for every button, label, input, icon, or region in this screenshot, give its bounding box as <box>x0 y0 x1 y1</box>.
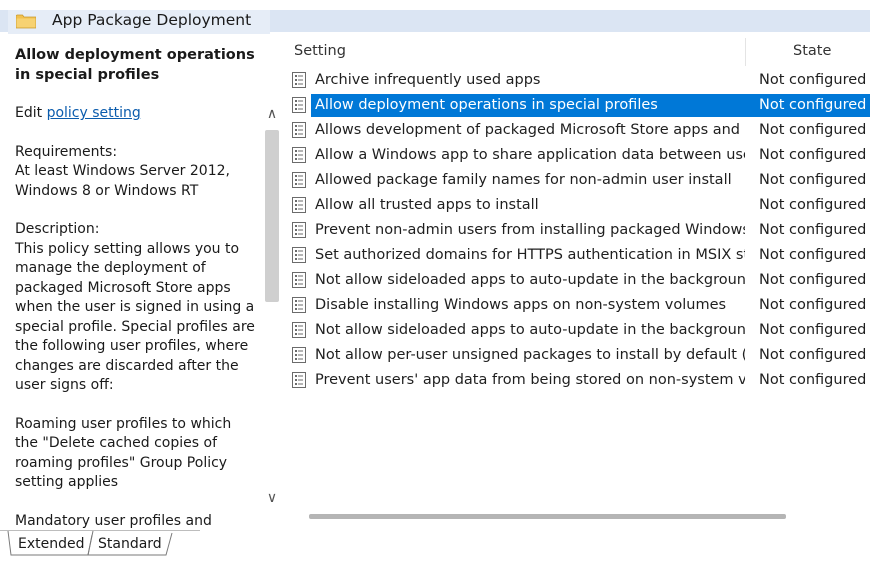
table-row[interactable]: Allows development of packaged Microsoft… <box>289 119 870 143</box>
policy-setting-icon <box>292 297 306 313</box>
column-header-state[interactable]: State <box>793 43 831 59</box>
table-row[interactable]: Not allow sideloaded apps to auto-update… <box>289 269 870 293</box>
table-row[interactable]: Prevent users' app data from being store… <box>289 369 870 393</box>
policy-setting-icon <box>292 172 306 188</box>
policy-setting-icon <box>292 72 306 88</box>
setting-name: Prevent users' app data from being store… <box>315 372 745 388</box>
cutoff-text: Mandatory user profiles and super- <box>15 512 212 529</box>
scroll-thumb[interactable] <box>265 130 279 302</box>
table-row[interactable]: Disable installing Windows apps on non-s… <box>289 294 870 318</box>
setting-state: Not configured <box>759 197 867 213</box>
horizontal-scrollbar[interactable] <box>309 514 786 519</box>
setting-state: Not configured <box>759 172 867 188</box>
policy-setting-icon <box>292 347 306 363</box>
table-row[interactable]: Set authorized domains for HTTPS authent… <box>289 244 870 268</box>
setting-name: Not allow sideloaded apps to auto-update… <box>315 322 745 338</box>
policy-setting-link[interactable]: policy setting <box>47 105 141 121</box>
setting-state: Not configured <box>759 147 867 163</box>
description-panel: Allow deployment operations in special p… <box>0 34 285 528</box>
edit-line: Edit policy setting <box>15 104 255 124</box>
settings-list: Setting State Archive infrequently used … <box>285 34 870 528</box>
policy-setting-icon <box>292 222 306 238</box>
setting-name: Allow a Windows app to share application… <box>315 147 745 163</box>
folder-icon <box>16 14 36 29</box>
description-text: This policy setting allows you to manage… <box>15 240 255 394</box>
policy-setting-icon <box>292 197 306 213</box>
edit-prefix: Edit <box>15 105 47 121</box>
table-row[interactable]: Archive infrequently used apps Not config… <box>289 69 870 93</box>
policy-setting-icon <box>292 247 306 263</box>
setting-state: Not configured <box>759 222 867 238</box>
policy-setting-icon <box>292 372 306 388</box>
setting-name: Prevent non-admin users from installing … <box>315 222 745 238</box>
table-row[interactable]: Allow all trusted apps to install Not con… <box>289 194 870 218</box>
description-label: Description: <box>15 221 100 237</box>
setting-state: Not configured <box>759 122 867 138</box>
policy-setting-icon <box>292 322 306 338</box>
setting-state: Not configured <box>759 297 867 313</box>
description-scrollbar[interactable]: ∧ ∨ <box>262 98 282 518</box>
table-row[interactable]: Allow a Windows app to share application… <box>289 144 870 168</box>
column-header-setting[interactable]: Setting <box>294 43 346 59</box>
policy-setting-icon <box>292 122 306 138</box>
setting-name: Allow all trusted apps to install <box>315 197 539 213</box>
setting-state: Not configured <box>759 247 867 263</box>
chevron-down-icon[interactable]: ∨ <box>262 490 282 506</box>
requirements-text: At least Windows Server 2012, Windows 8 … <box>15 163 230 199</box>
table-row[interactable]: Not allow sideloaded apps to auto-update… <box>289 319 870 343</box>
column-divider[interactable] <box>745 38 746 66</box>
window-title: App Package Deployment <box>52 11 252 29</box>
table-row[interactable]: Allow deployment operations in special p… <box>289 94 870 118</box>
tab-standard[interactable]: Standard <box>98 536 162 552</box>
setting-state: Not configured <box>759 347 867 363</box>
tab-extended[interactable]: Extended <box>18 536 85 552</box>
policy-heading: Allow deployment operations in special p… <box>15 47 255 83</box>
setting-name: Not allow per-user unsigned packages to … <box>315 347 745 363</box>
policy-setting-icon <box>292 272 306 288</box>
chevron-up-icon[interactable]: ∧ <box>262 106 282 122</box>
roaming-text: Roaming user profiles to which the "Dele… <box>15 415 232 491</box>
setting-state: Not configured <box>759 72 867 88</box>
setting-state: Not configured <box>759 272 867 288</box>
setting-name: Set authorized domains for HTTPS authent… <box>315 247 745 263</box>
setting-name: Disable installing Windows apps on non-s… <box>315 297 727 313</box>
setting-name: Allows development of packaged Microsoft… <box>315 122 745 138</box>
table-row[interactable]: Prevent non-admin users from installing … <box>289 219 870 243</box>
requirements-label: Requirements: <box>15 143 118 160</box>
setting-name: Archive infrequently used apps <box>315 72 541 88</box>
setting-name: Allowed package family names for non-adm… <box>315 172 732 188</box>
table-row[interactable]: Allowed package family names for non-adm… <box>289 169 870 193</box>
setting-name: Not allow sideloaded apps to auto-update… <box>315 272 745 288</box>
policy-setting-icon <box>292 97 306 113</box>
table-row[interactable]: Not allow per-user unsigned packages to … <box>289 344 870 368</box>
setting-state: Not configured <box>759 322 867 338</box>
setting-name: Allow deployment operations in special p… <box>315 97 658 113</box>
setting-state: Not configured <box>759 97 867 113</box>
policy-setting-icon <box>292 147 306 163</box>
setting-state: Not configured <box>759 372 867 388</box>
